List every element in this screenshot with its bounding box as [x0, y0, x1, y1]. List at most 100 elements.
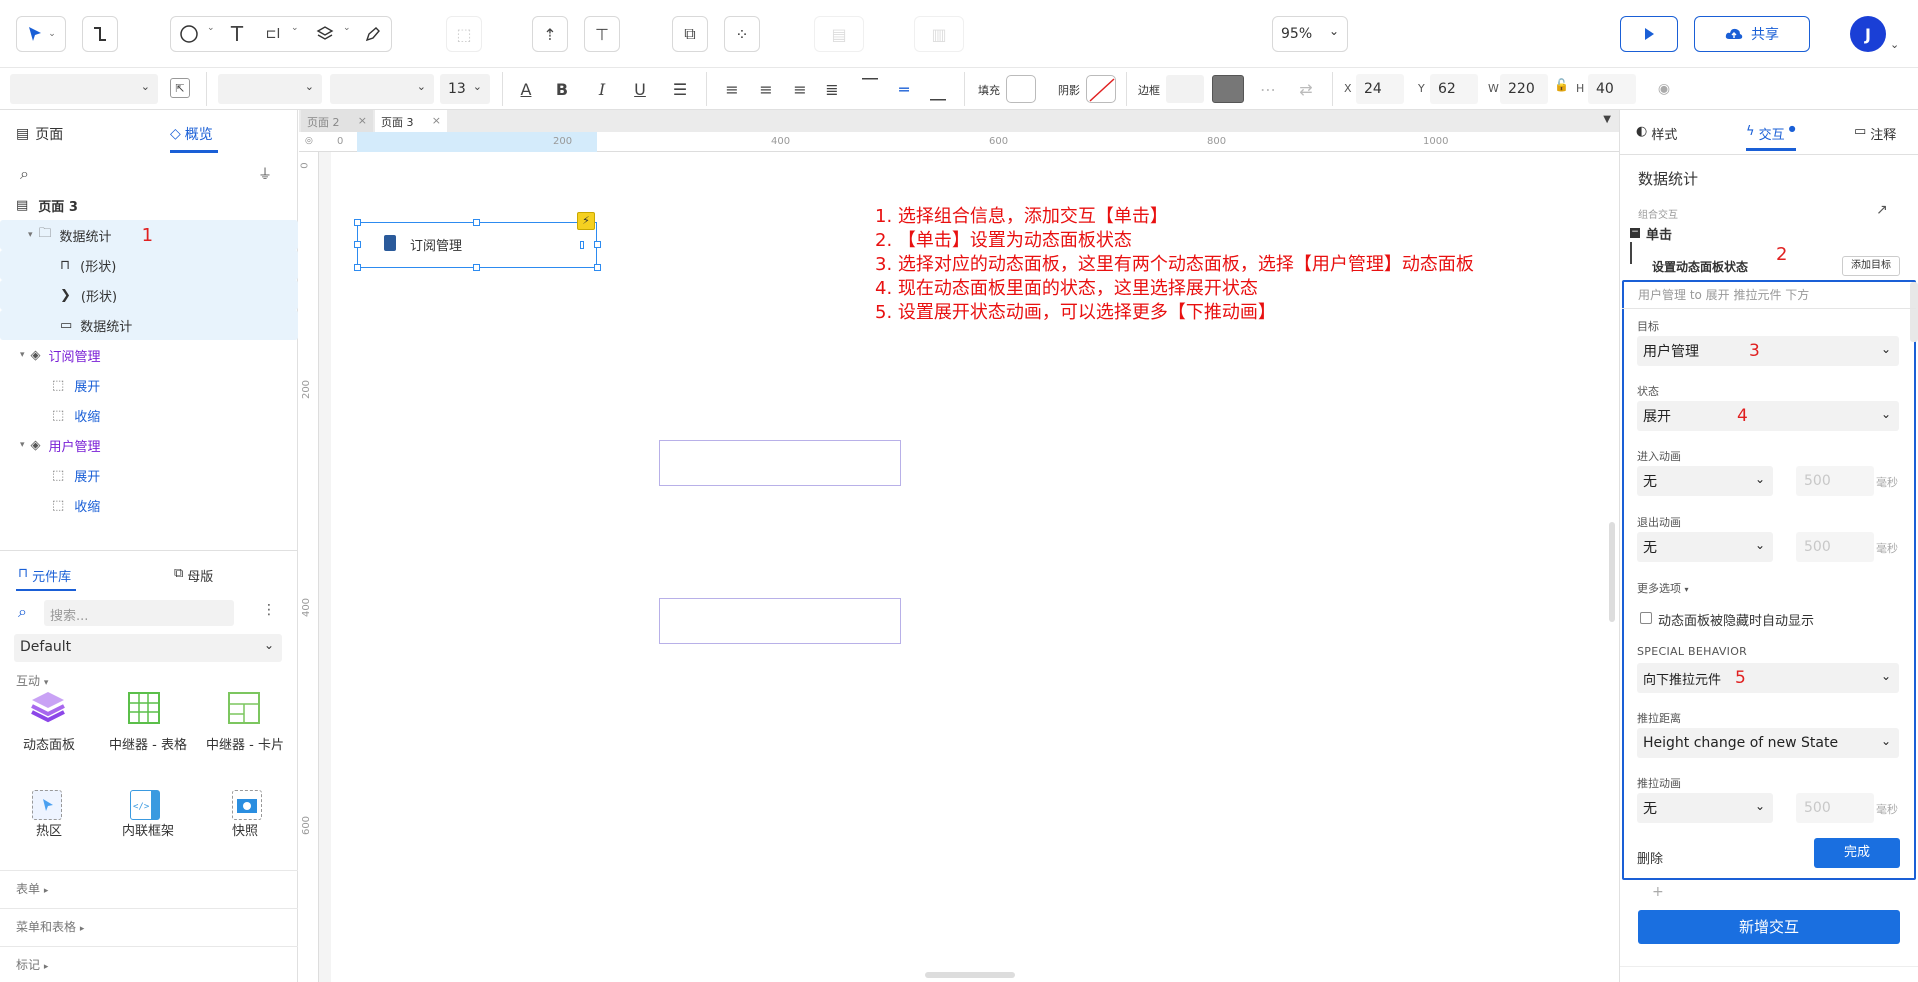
border-width-input[interactable]: [1166, 75, 1204, 103]
chevron-down-icon[interactable]: ⌄: [207, 23, 215, 33]
font-weight-select[interactable]: ⌄: [330, 74, 434, 104]
ungroup-button[interactable]: ⁘: [724, 16, 760, 52]
dynamic-panel-subscription[interactable]: [659, 440, 901, 486]
canvas-area[interactable]: 页面 2 × 页面 3 × ▼ ◎ 0 200 400 600 800 1000 0…: [299, 110, 1619, 982]
search-icon[interactable]: ⌕: [20, 164, 29, 184]
snapshot-icon[interactable]: [232, 790, 262, 820]
edit-style-icon[interactable]: ⇱: [170, 78, 190, 98]
tree-item-state[interactable]: ⬚ 展开: [0, 460, 298, 490]
tab-overview[interactable]: ◇ 概览: [170, 124, 213, 144]
push-animation-select[interactable]: 无 ⌄: [1637, 793, 1773, 823]
bold-icon[interactable]: B: [548, 75, 576, 103]
connector-tool-button[interactable]: [82, 16, 118, 52]
border-color-swatch[interactable]: [1212, 75, 1244, 103]
justify-icon[interactable]: ≣: [818, 75, 846, 103]
input-tool-icon[interactable]: ⊏I: [259, 20, 287, 48]
tab-masters[interactable]: ⧉ 母版: [174, 566, 213, 585]
italic-icon[interactable]: I: [588, 75, 616, 103]
visibility-eye-icon[interactable]: ◉: [1650, 75, 1678, 103]
tree-item-state[interactable]: ⬚ 收缩: [0, 400, 298, 430]
font-size-select[interactable]: 13 ⌄: [440, 74, 490, 104]
expand-caret-icon[interactable]: ▾: [20, 440, 25, 450]
frame-button[interactable]: ⬚: [446, 16, 482, 52]
group-button[interactable]: ⧉: [672, 16, 708, 52]
add-target-button[interactable]: 添加目标: [1842, 256, 1900, 276]
page-tab-active[interactable]: 页面 3 ×: [375, 110, 447, 132]
tree-item-state[interactable]: ⬚ 收缩: [0, 490, 298, 520]
tree-item-group[interactable]: ▾ 🗀 数据统计 1: [0, 220, 298, 250]
preview-button[interactable]: [1620, 16, 1678, 52]
push-behavior-select[interactable]: 向下推拉元件 5 ⌄: [1637, 663, 1899, 693]
ellipse-tool-icon[interactable]: [175, 20, 203, 48]
close-icon[interactable]: ×: [432, 114, 441, 127]
arrow-style-icon[interactable]: ⇄: [1292, 75, 1320, 103]
inline-frame-icon[interactable]: </>: [130, 790, 160, 820]
tab-style[interactable]: ◐ 样式: [1636, 124, 1677, 143]
resize-handle[interactable]: [473, 264, 480, 271]
resize-handle[interactable]: [594, 264, 601, 271]
vertical-scrollbar[interactable]: [1609, 522, 1615, 622]
resize-handle[interactable]: [354, 241, 361, 248]
valign-middle-icon[interactable]: ═: [890, 75, 918, 103]
auto-show-checkbox[interactable]: [1640, 612, 1652, 624]
plus-icon[interactable]: +: [1652, 884, 1664, 900]
valign-bottom-icon[interactable]: ⎽: [924, 78, 952, 106]
section-forms[interactable]: 表单 ▸: [16, 880, 48, 897]
close-icon[interactable]: ×: [358, 114, 367, 127]
tree-item-panel[interactable]: ▾ ◈ 订阅管理: [0, 340, 298, 370]
push-duration-input[interactable]: 500: [1796, 793, 1874, 823]
shadow-swatch[interactable]: [1086, 75, 1116, 103]
resize-handle[interactable]: [354, 219, 361, 226]
external-link-icon[interactable]: ↗: [1876, 202, 1888, 218]
tab-library[interactable]: ⊓ 元件库: [18, 566, 71, 585]
align-center-icon[interactable]: ≡: [752, 75, 780, 103]
state-select[interactable]: 展开 4 ⌄: [1637, 401, 1899, 431]
more-options-toggle[interactable]: 更多选项 ▾: [1637, 580, 1689, 596]
chevron-down-icon[interactable]: ⌄: [291, 23, 299, 33]
target-select[interactable]: 用户管理 3 ⌄: [1637, 336, 1899, 366]
hotspot-icon[interactable]: [32, 790, 62, 820]
editor-scrollbar[interactable]: [1910, 282, 1918, 342]
exit-duration-input[interactable]: 500: [1796, 532, 1874, 562]
expand-caret-icon[interactable]: ▾: [28, 230, 33, 240]
done-button[interactable]: 完成: [1814, 838, 1900, 868]
section-interactive[interactable]: 互动 ▾: [16, 672, 48, 689]
section-menus[interactable]: 菜单和表格 ▸: [16, 918, 84, 935]
border-style-icon[interactable]: ⋯: [1254, 75, 1282, 103]
resize-handle[interactable]: [594, 241, 601, 248]
enter-duration-input[interactable]: 500: [1796, 466, 1874, 496]
repeater-card-icon[interactable]: [228, 692, 260, 724]
tree-item-text[interactable]: ▭ 数据统计: [0, 310, 298, 340]
pen-tool-icon[interactable]: [359, 20, 387, 48]
layers-tool-icon[interactable]: [311, 20, 339, 48]
dynamic-panel-user[interactable]: [659, 598, 901, 644]
font-family-select[interactable]: ⌄: [218, 74, 322, 104]
height-input[interactable]: 40: [1588, 74, 1636, 104]
caret-down-icon[interactable]: ▼: [1603, 114, 1611, 125]
repeater-table-icon[interactable]: [128, 692, 160, 724]
resize-handle[interactable]: [354, 264, 361, 271]
distribute-button[interactable]: ▥: [914, 16, 964, 52]
lock-aspect-icon[interactable]: 🔓: [1554, 78, 1569, 92]
align-left-icon[interactable]: ≡: [718, 75, 746, 103]
style-select[interactable]: ⌄: [10, 74, 158, 104]
send-back-button[interactable]: ⊤: [584, 16, 620, 52]
library-search-input[interactable]: 搜索...: [44, 600, 234, 626]
lightning-icon[interactable]: ⚡: [577, 212, 595, 230]
y-input[interactable]: 62: [1430, 74, 1478, 104]
tree-page[interactable]: ▤ 页面 3: [0, 190, 298, 220]
tab-pages[interactable]: ▤ 页面: [16, 124, 63, 144]
valign-top-icon[interactable]: ⎺: [856, 72, 884, 100]
delete-button[interactable]: 删除: [1637, 848, 1663, 867]
tab-interact[interactable]: ϟ 交互 ●: [1746, 124, 1796, 143]
bring-front-button[interactable]: ⇡: [532, 16, 568, 52]
resize-handle[interactable]: [473, 219, 480, 226]
enter-animation-select[interactable]: 无 ⌄: [1637, 466, 1773, 496]
underline-icon[interactable]: U: [626, 75, 654, 103]
tree-item-panel[interactable]: ▾ ◈ 用户管理: [0, 430, 298, 460]
fill-color-swatch[interactable]: [1006, 75, 1036, 103]
exit-animation-select[interactable]: 无 ⌄: [1637, 532, 1773, 562]
tree-item-state[interactable]: ⬚ 展开: [0, 370, 298, 400]
select-tool-button[interactable]: ⌄: [16, 16, 66, 52]
avatar[interactable]: J: [1850, 16, 1886, 52]
